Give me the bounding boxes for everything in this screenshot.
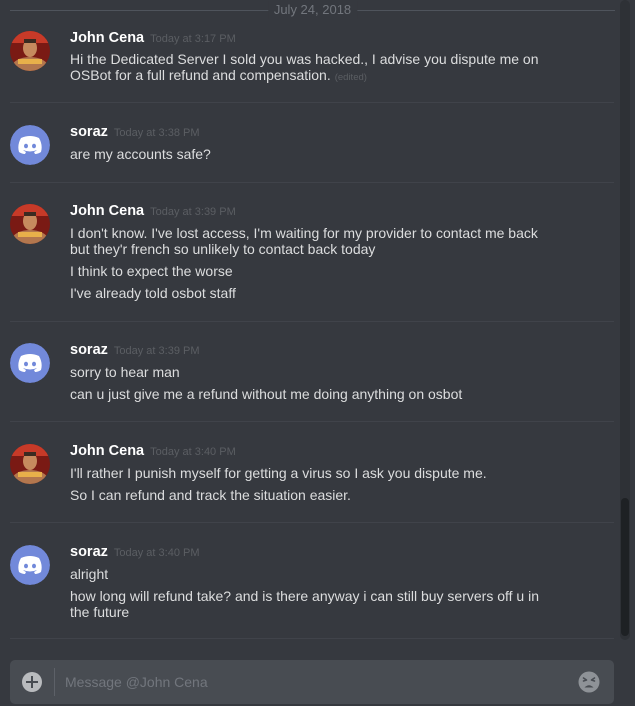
message-text: So I can refund and track the situation …	[70, 487, 351, 503]
message-timestamp: Today at 3:38 PM	[113, 127, 200, 139]
discord-logo-icon	[18, 556, 42, 574]
message-text: I think to expect the worse	[70, 263, 233, 279]
upload-button[interactable]	[10, 660, 54, 704]
message-separator	[10, 638, 614, 639]
message-separator	[10, 182, 614, 183]
message-author[interactable]: John Cena	[70, 30, 144, 46]
edited-label: (edited)	[334, 72, 367, 83]
date-divider-label: July 24, 2018	[267, 1, 358, 19]
message-author[interactable]: soraz	[70, 544, 108, 560]
date-divider: July 24, 2018	[10, 1, 615, 19]
avatar-soraz[interactable]	[10, 545, 50, 585]
message-timestamp: Today at 3:39 PM	[150, 206, 236, 218]
message-text: I've already told osbot staff	[70, 285, 236, 301]
message-timestamp: Today at 3:40 PM	[150, 446, 236, 458]
avatar-john-cena[interactable]	[10, 31, 50, 71]
message-composer	[10, 660, 614, 704]
message-author[interactable]: John Cena	[70, 203, 144, 219]
wrestler-avatar-icon	[10, 204, 50, 244]
message-separator	[10, 421, 614, 422]
discord-logo-icon	[18, 354, 42, 372]
scrollbar-thumb[interactable]	[621, 498, 629, 636]
message-timestamp: Today at 3:17 PM	[150, 33, 236, 45]
message-separator	[10, 102, 614, 103]
chat-window: July 24, 2018 John Cena Today at 3:17 PM …	[0, 0, 635, 706]
message-timestamp: Today at 3:39 PM	[113, 345, 200, 357]
message-text: Hi the Dedicated Server I sold you was h…	[70, 51, 539, 83]
composer-divider	[54, 668, 55, 696]
wrestler-avatar-icon	[10, 31, 50, 71]
avatar-soraz[interactable]	[10, 125, 50, 165]
message-text: can u just give me a refund without me d…	[70, 386, 463, 402]
message-input[interactable]	[65, 660, 565, 704]
emoji-face-icon	[578, 671, 600, 693]
message-author[interactable]: John Cena	[70, 443, 144, 459]
plus-circle-icon	[22, 672, 42, 692]
discord-logo-icon	[18, 136, 42, 154]
avatar-soraz[interactable]	[10, 343, 50, 383]
message-text: sorry to hear man	[70, 364, 180, 380]
avatar-john-cena[interactable]	[10, 444, 50, 484]
message-author[interactable]: soraz	[70, 342, 108, 358]
message-text: alright	[70, 566, 109, 582]
message-separator	[10, 321, 614, 322]
message-text: I'll rather I punish myself for getting …	[70, 465, 487, 481]
message-author[interactable]: soraz	[70, 124, 108, 140]
wrestler-avatar-icon	[10, 444, 50, 484]
message-text: how long will refund take? and is there …	[70, 588, 539, 620]
emoji-button[interactable]	[576, 669, 602, 695]
message-text: are my accounts safe?	[70, 146, 211, 162]
message-text: I don't know. I've lost access, I'm wait…	[70, 225, 538, 257]
message-timestamp: Today at 3:40 PM	[113, 547, 200, 559]
message-separator	[10, 522, 614, 523]
avatar-john-cena[interactable]	[10, 204, 50, 244]
